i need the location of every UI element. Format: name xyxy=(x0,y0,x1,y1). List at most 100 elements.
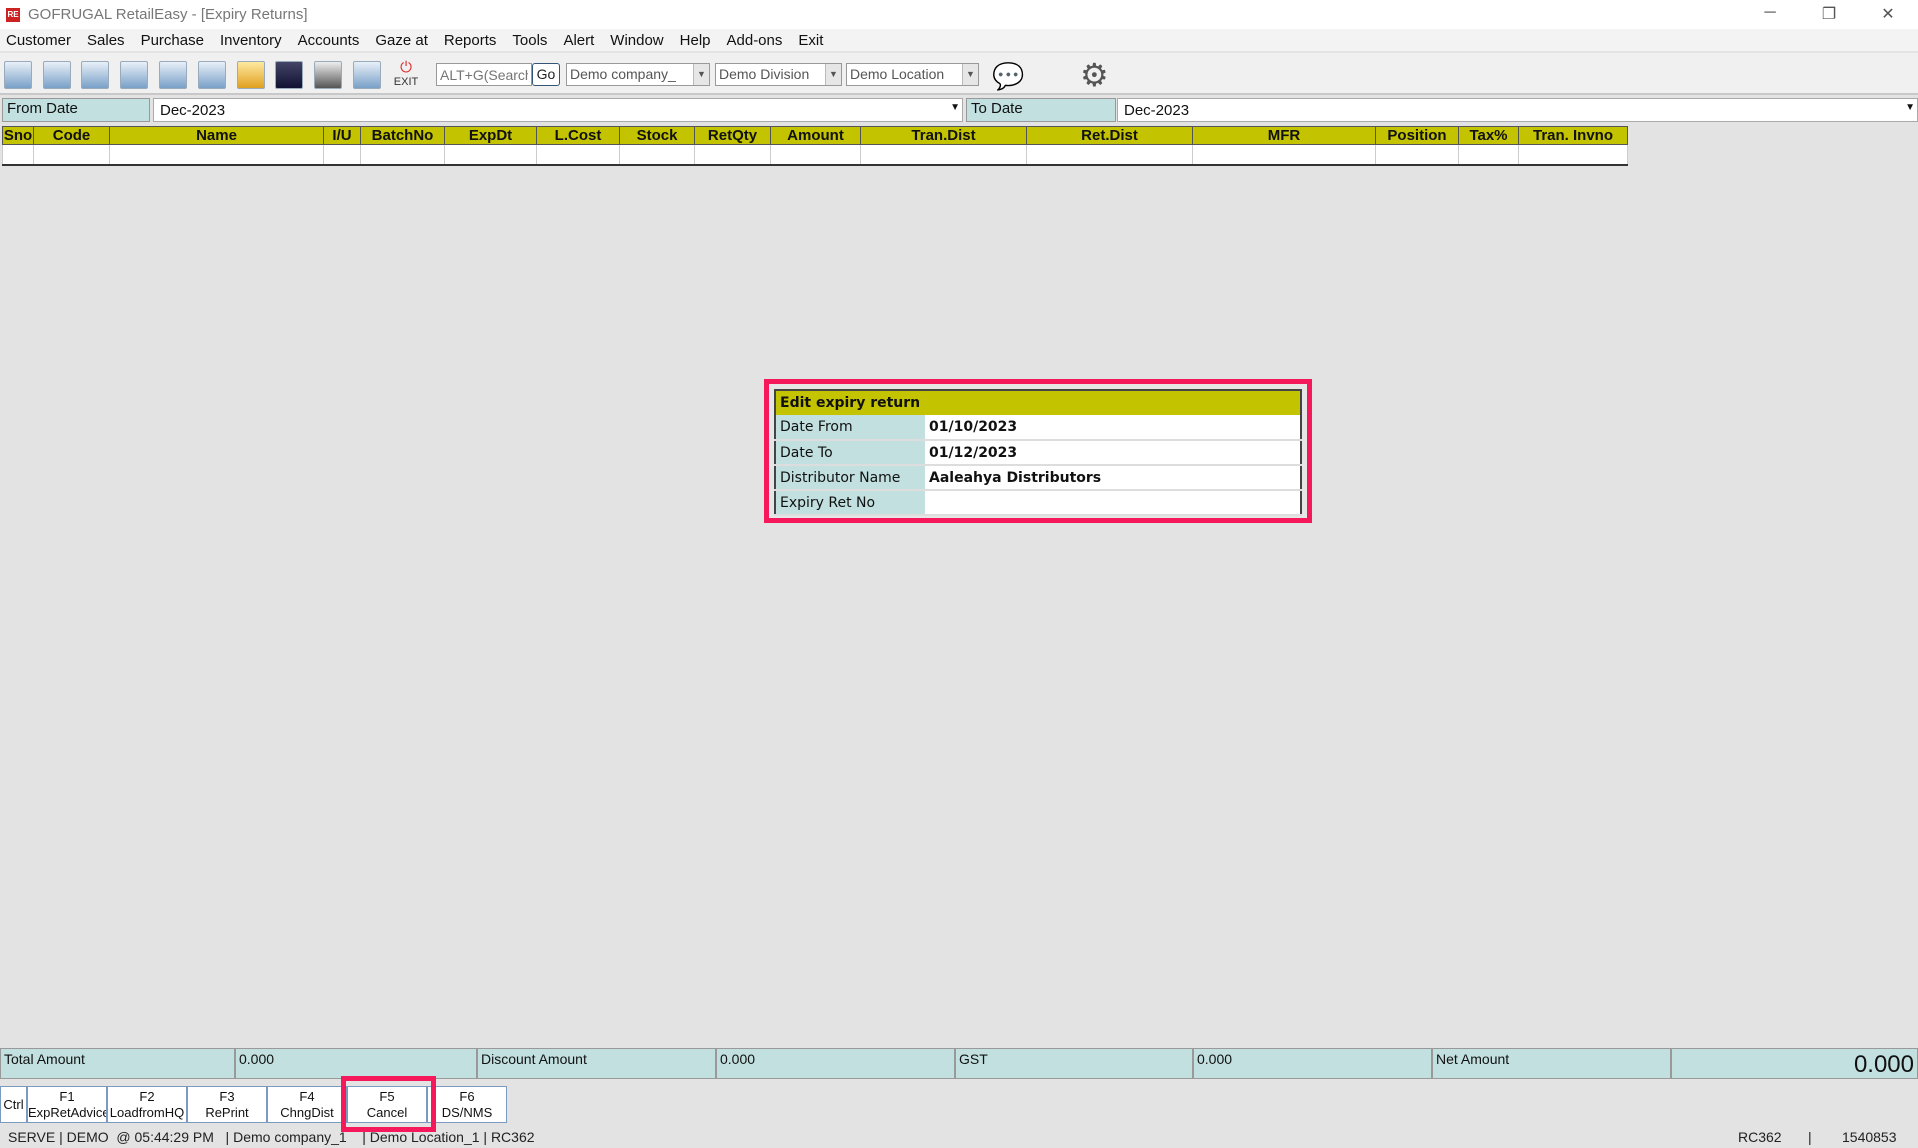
gear-icon[interactable]: ⚙ xyxy=(1080,56,1109,94)
location-value: Demo Location xyxy=(850,66,945,82)
gst-label: GST xyxy=(955,1048,1193,1079)
menu-tools[interactable]: Tools xyxy=(512,32,547,49)
document-icon[interactable] xyxy=(159,61,187,89)
col-tran-invno[interactable]: Tran. Invno xyxy=(1518,126,1628,145)
col-amount[interactable]: Amount xyxy=(770,126,861,145)
distributor-name-field[interactable]: Aaleahya Distributors xyxy=(925,465,1301,491)
cancel-highlight xyxy=(341,1076,436,1132)
f1-label: ExpRetAdvice xyxy=(28,1105,107,1120)
chevron-down-icon: ▼ xyxy=(962,64,978,85)
bar-chart-icon[interactable] xyxy=(314,61,342,89)
users-icon[interactable] xyxy=(275,61,303,89)
ctrl-key-button[interactable]: Ctrl xyxy=(0,1086,27,1123)
chevron-down-icon: ▼ xyxy=(950,102,960,113)
go-button[interactable]: Go xyxy=(532,63,560,86)
close-button[interactable]: ✕ xyxy=(1873,4,1903,24)
location-select[interactable]: Demo Location ▼ xyxy=(846,63,979,86)
date-from-row: Date From 01/10/2023 xyxy=(775,415,1301,441)
barcode-icon[interactable] xyxy=(120,61,148,89)
menu-window[interactable]: Window xyxy=(610,32,663,49)
minimize-button[interactable]: ─ xyxy=(1755,4,1785,22)
f4-label: ChngDist xyxy=(280,1105,334,1120)
menu-accounts[interactable]: Accounts xyxy=(298,32,360,49)
purchase-cart-icon[interactable] xyxy=(43,61,71,89)
f6-ds-nms-button[interactable]: F6 DS/NMS xyxy=(427,1086,507,1123)
status-code: RC362 xyxy=(1738,1129,1782,1145)
report-chart-icon[interactable] xyxy=(353,61,381,89)
expiry-ret-no-field[interactable] xyxy=(925,490,1301,516)
grid-header-row: Sno Code Name I/U BatchNo ExpDt L.Cost S… xyxy=(2,126,1628,145)
menu-bar: Customer Sales Purchase Inventory Accoun… xyxy=(0,29,1918,51)
f6-label: DS/NMS xyxy=(441,1105,493,1120)
date-from-label: Date From xyxy=(775,415,925,441)
print-icon[interactable] xyxy=(81,61,109,89)
division-value: Demo Division xyxy=(719,66,810,82)
col-name[interactable]: Name xyxy=(109,126,324,145)
chat-bubbles-icon[interactable]: 💬 xyxy=(992,61,1024,92)
menu-reports[interactable]: Reports xyxy=(444,32,497,49)
chevron-down-icon: ▼ xyxy=(693,64,709,85)
menu-alert[interactable]: Alert xyxy=(563,32,594,49)
col-stock[interactable]: Stock xyxy=(619,126,695,145)
discount-amount-label: Discount Amount xyxy=(477,1048,716,1079)
company-value: Demo company_ xyxy=(570,66,676,82)
f2-key: F2 xyxy=(139,1089,155,1104)
col-tran-dist[interactable]: Tran.Dist xyxy=(860,126,1027,145)
col-tax[interactable]: Tax% xyxy=(1458,126,1519,145)
distributor-row: Distributor Name Aaleahya Distributors xyxy=(775,465,1301,491)
restore-button[interactable]: ❐ xyxy=(1814,4,1844,24)
col-sno[interactable]: Sno xyxy=(2,126,34,145)
date-to-field[interactable]: 01/12/2023 xyxy=(925,440,1301,466)
from-date-value: Dec-2023 xyxy=(160,102,226,119)
col-batchno[interactable]: BatchNo xyxy=(360,126,445,145)
f4-key: F4 xyxy=(299,1089,315,1104)
status-separator: | xyxy=(1808,1129,1812,1145)
f4-change-dist-button[interactable]: F4 ChngDist xyxy=(267,1086,347,1123)
menu-help[interactable]: Help xyxy=(680,32,711,49)
search-input[interactable] xyxy=(436,63,532,86)
f1-exp-ret-advice-button[interactable]: F1 ExpRetAdvice xyxy=(27,1086,107,1123)
app-logo-icon: RE xyxy=(6,7,20,22)
status-bar: SERVE | DEMO @ 05:44:29 PM | Demo compan… xyxy=(0,1125,1918,1148)
col-lcost[interactable]: L.Cost xyxy=(536,126,620,145)
company-select[interactable]: Demo company_ ▼ xyxy=(566,63,710,86)
division-select[interactable]: Demo Division ▼ xyxy=(715,63,842,86)
f2-load-from-hq-button[interactable]: F2 LoadfromHQ xyxy=(107,1086,187,1123)
table-row[interactable] xyxy=(2,144,1628,166)
from-date-select[interactable]: Dec-2023 ▼ xyxy=(153,98,963,122)
f3-label: RePrint xyxy=(205,1105,249,1120)
folder-icon[interactable] xyxy=(237,61,265,89)
col-mfr[interactable]: MFR xyxy=(1192,126,1376,145)
power-icon: ⏻ xyxy=(400,59,412,76)
col-iu[interactable]: I/U xyxy=(323,126,361,145)
edit-expiry-return-dialog: Edit expiry return Date From 01/10/2023 D… xyxy=(764,379,1312,523)
total-amount-label: Total Amount xyxy=(0,1048,235,1079)
menu-add-ons[interactable]: Add-ons xyxy=(727,32,783,49)
col-expdt[interactable]: ExpDt xyxy=(444,126,537,145)
menu-gaze-at[interactable]: Gaze at xyxy=(375,32,428,49)
f3-key: F3 xyxy=(219,1089,235,1104)
to-date-select[interactable]: Dec-2023 ▼ xyxy=(1117,98,1918,122)
menu-customer[interactable]: Customer xyxy=(6,32,71,49)
menu-sales[interactable]: Sales xyxy=(87,32,125,49)
new-bill-icon[interactable] xyxy=(4,61,32,89)
col-retqty[interactable]: RetQty xyxy=(694,126,771,145)
menu-inventory[interactable]: Inventory xyxy=(220,32,282,49)
menu-purchase[interactable]: Purchase xyxy=(141,32,204,49)
col-ret-dist[interactable]: Ret.Dist xyxy=(1026,126,1193,145)
exit-button[interactable]: ⏻ EXIT xyxy=(390,59,422,88)
cart-document-icon[interactable] xyxy=(198,61,226,89)
col-code[interactable]: Code xyxy=(33,126,110,145)
toolbar: ⏻ EXIT Go Demo company_▼ Demo Division▼ … xyxy=(0,53,1918,95)
expiry-ret-no-row: Expiry Ret No xyxy=(775,490,1301,516)
totals-bar: Total Amount 0.000 Discount Amount 0.000… xyxy=(0,1048,1918,1079)
col-position[interactable]: Position xyxy=(1375,126,1459,145)
status-number: 1540853 xyxy=(1842,1129,1897,1145)
to-date-label: To Date xyxy=(966,98,1116,122)
to-date-value: Dec-2023 xyxy=(1124,102,1190,119)
window-title: GOFRUGAL RetailEasy - [Expiry Returns] xyxy=(28,6,308,23)
total-amount-value: 0.000 xyxy=(235,1048,477,1079)
f3-reprint-button[interactable]: F3 RePrint xyxy=(187,1086,267,1123)
date-from-field[interactable]: 01/10/2023 xyxy=(925,415,1301,441)
menu-exit[interactable]: Exit xyxy=(798,32,823,49)
